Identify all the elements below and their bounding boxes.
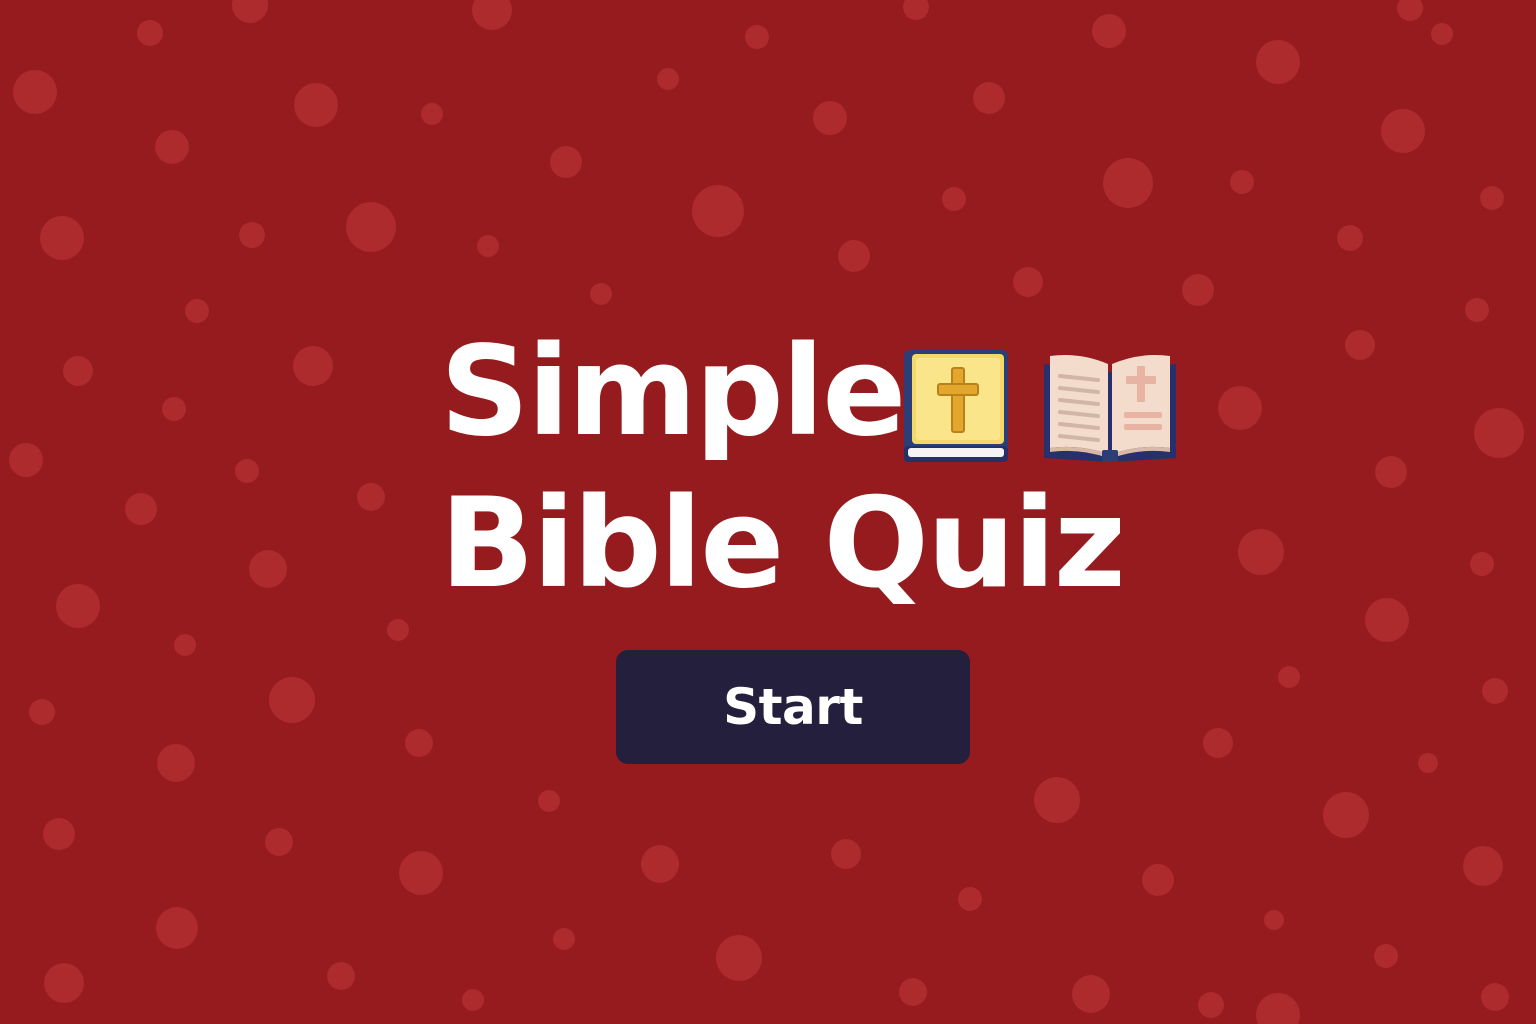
background-dot — [1480, 186, 1504, 210]
open-bible-icon — [1044, 355, 1176, 462]
background-dot — [1230, 170, 1254, 194]
background-dot — [1431, 23, 1453, 45]
background-dot — [1218, 386, 1262, 430]
background-dot — [346, 202, 396, 252]
background-dot — [550, 146, 582, 178]
background-dot — [942, 187, 966, 211]
background-dot — [405, 729, 433, 757]
background-dot — [1374, 944, 1398, 968]
background-dot — [831, 839, 861, 869]
background-dot — [1072, 975, 1110, 1013]
background-dot — [293, 346, 333, 386]
background-dot — [1465, 298, 1489, 322]
background-dot — [1103, 158, 1153, 208]
background-dot — [1013, 267, 1043, 297]
background-dot — [235, 459, 259, 483]
background-dot — [553, 928, 575, 950]
background-dot — [174, 634, 196, 656]
title-line-1: Simple — [440, 320, 906, 464]
background-dot — [958, 887, 982, 911]
background-dot — [1182, 274, 1214, 306]
background-dot — [327, 962, 355, 990]
background-dot — [63, 356, 93, 386]
background-dot — [1470, 552, 1494, 576]
background-dot — [387, 619, 409, 641]
background-dot — [137, 20, 163, 46]
background-dot — [973, 82, 1005, 114]
start-button[interactable]: Start — [616, 650, 970, 764]
background-dot — [29, 699, 55, 725]
background-dot — [590, 283, 612, 305]
background-dot — [477, 235, 499, 257]
background-dot — [13, 70, 57, 114]
background-dot — [185, 299, 209, 323]
background-dot — [399, 851, 443, 895]
background-dot — [1256, 40, 1300, 84]
background-dot — [9, 443, 43, 477]
background-dot — [44, 963, 84, 1003]
title-line-2: Bible Quiz — [440, 472, 1126, 616]
background-dot — [56, 584, 100, 628]
background-dot — [462, 989, 484, 1011]
background-dot — [249, 550, 287, 588]
closed-bible-with-cross-icon — [904, 350, 1008, 462]
background-dot — [155, 130, 189, 164]
background-dot — [1142, 864, 1174, 896]
background-dot — [1482, 678, 1508, 704]
background-dot — [265, 828, 293, 856]
background-dot — [1463, 846, 1503, 886]
background-dot — [1034, 777, 1080, 823]
background-dot — [1418, 753, 1438, 773]
background-dot — [657, 68, 679, 90]
background-dot — [294, 83, 338, 127]
background-dot — [899, 978, 927, 1006]
background-dot — [745, 25, 769, 49]
background-dot — [162, 397, 186, 421]
background-dot — [1323, 792, 1369, 838]
background-dot — [1337, 225, 1363, 251]
background-dot — [1264, 910, 1284, 930]
background-dot — [421, 103, 443, 125]
background-dot — [156, 907, 198, 949]
background-dot — [1481, 983, 1509, 1011]
background-dot — [1092, 14, 1126, 48]
background-dot — [813, 101, 847, 135]
background-dot — [125, 493, 157, 525]
background-dot — [43, 818, 75, 850]
background-dot — [716, 935, 762, 981]
background-dot — [1381, 109, 1425, 153]
background-dot — [641, 845, 679, 883]
quiz-start-screen: Simple Bible Quiz Start — [0, 0, 1536, 1024]
background-dot — [1474, 408, 1524, 458]
background-dot — [1278, 666, 1300, 688]
background-dot — [40, 216, 84, 260]
background-dot — [1238, 529, 1284, 575]
background-dot — [1345, 330, 1375, 360]
background-dot — [692, 185, 744, 237]
background-dot — [1365, 598, 1409, 642]
background-dot — [357, 483, 385, 511]
background-dot — [1198, 992, 1224, 1018]
background-dot — [157, 744, 195, 782]
background-dot — [1203, 728, 1233, 758]
background-dot — [239, 222, 265, 248]
background-dot — [538, 790, 560, 812]
background-dot — [838, 240, 870, 272]
background-dot — [1375, 456, 1407, 488]
background-dot — [269, 677, 315, 723]
